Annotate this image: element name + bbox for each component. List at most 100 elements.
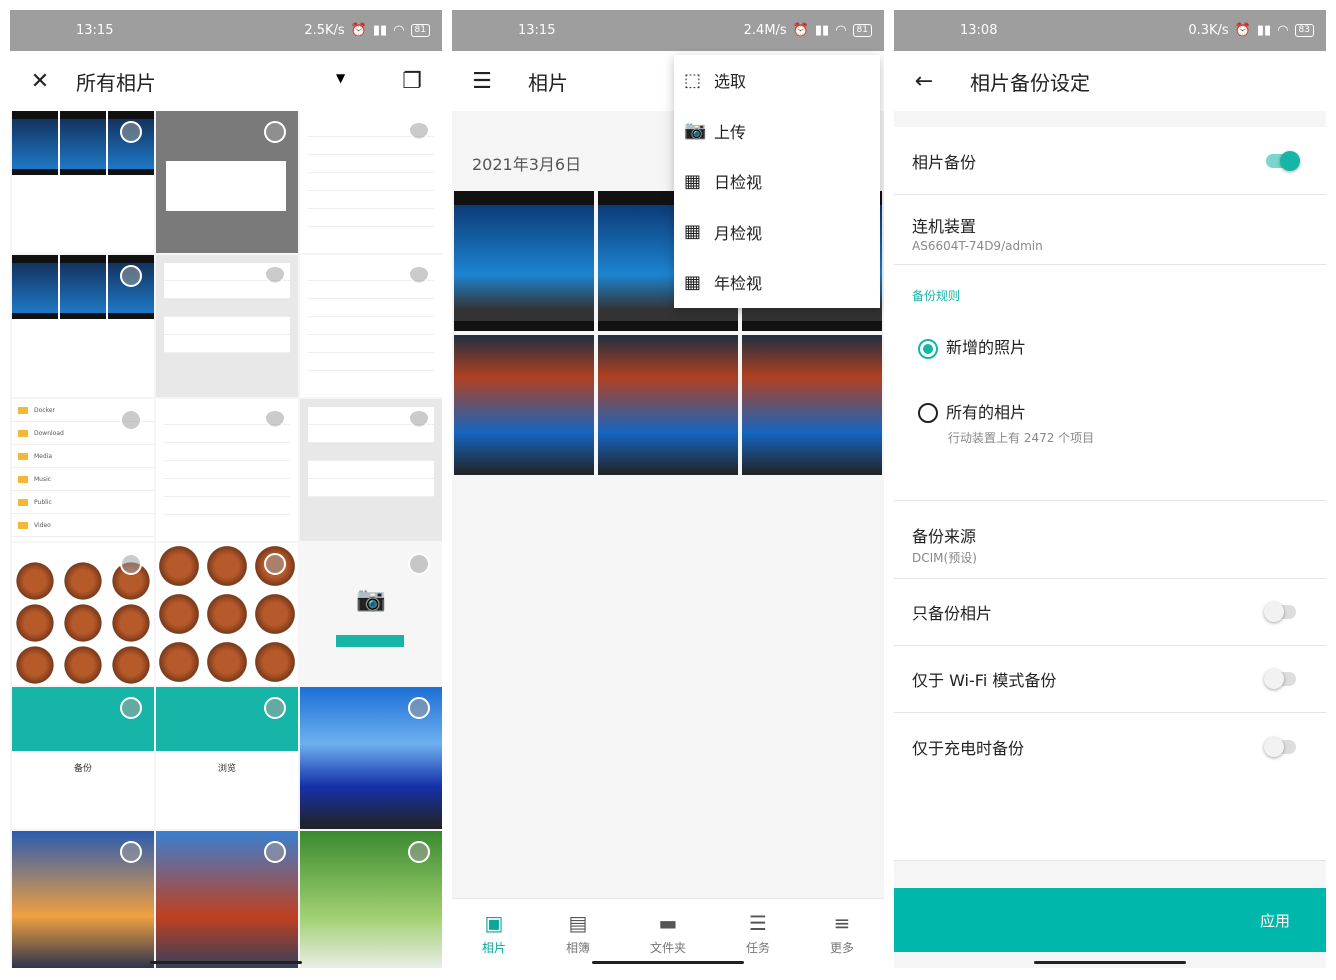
rule-all-sub: 行动装置上有 2472 个项目 <box>948 431 1095 445</box>
select-circle[interactable] <box>120 121 142 143</box>
setting-label: 只备份相片 <box>912 604 993 623</box>
photo-tile[interactable]: 浏览 <box>156 687 298 829</box>
folder-item: Public <box>12 491 154 514</box>
arrow-left-icon[interactable]: ← <box>894 51 954 111</box>
status-time: 13:15 <box>518 23 556 38</box>
select-circle[interactable] <box>120 265 142 287</box>
select-icon: ⬚ <box>684 69 702 91</box>
grid-5-icon: ▦ <box>684 271 702 293</box>
select-circle[interactable] <box>408 697 430 719</box>
home-indicator <box>150 961 302 964</box>
photo-tile[interactable]: Docker Download Media Music Public Video <box>12 399 154 541</box>
photo-tile[interactable] <box>156 399 298 541</box>
select-circle[interactable] <box>120 409 142 431</box>
photo-tile[interactable] <box>156 111 298 253</box>
menu-item-select[interactable]: ⬚ 选取 <box>674 55 880 106</box>
caret-down-icon[interactable]: ▼ <box>336 71 345 85</box>
tile-caption: 备份 <box>73 764 92 774</box>
camera-icon: 📷 <box>356 585 386 613</box>
apply-button[interactable]: 应用 <box>894 888 1326 952</box>
photo-tile[interactable] <box>300 399 442 541</box>
device-value: AS6604T-74D9/admin <box>912 239 1043 253</box>
close-icon[interactable]: ✕ <box>10 51 70 111</box>
photo-backup-toggle[interactable] <box>1266 150 1300 171</box>
tasks-icon: ☰ <box>749 911 767 935</box>
select-circle[interactable] <box>264 841 286 863</box>
photo-tile[interactable] <box>12 543 154 685</box>
setting-source[interactable]: 备份来源 DCIM(预设) <box>894 501 1326 579</box>
photo-tile[interactable]: 📷 <box>300 543 442 685</box>
setting-device[interactable]: 连机装置 AS6604T-74D9/admin <box>894 195 1326 265</box>
photo-tile[interactable] <box>300 255 442 397</box>
signal-icon: ▮▮ <box>814 23 830 38</box>
wifi-only-toggle[interactable] <box>1264 669 1296 689</box>
section-label: 备份规则 <box>912 289 961 303</box>
select-circle[interactable] <box>120 697 142 719</box>
setting-label: 仅于充电时备份 <box>912 739 1025 758</box>
nav-folders[interactable]: ▬ 文件夹 <box>650 911 686 956</box>
tile-caption: 浏览 <box>217 764 236 774</box>
rule-all-photos[interactable]: 所有的相片 <box>918 399 1308 423</box>
select-circle[interactable] <box>408 841 430 863</box>
radio-all-photos[interactable] <box>918 403 938 423</box>
select-circle[interactable] <box>408 409 430 427</box>
photo-tile[interactable] <box>300 831 442 968</box>
select-circle[interactable] <box>264 553 286 575</box>
setting-photo-backup[interactable]: 相片备份 <box>894 127 1326 195</box>
radio-new-photos[interactable] <box>918 338 938 359</box>
folder-item: Media <box>12 445 154 468</box>
home-indicator <box>592 961 744 964</box>
setting-only-photos[interactable]: 只备份相片 <box>894 579 1326 646</box>
photo-tile[interactable] <box>454 191 594 331</box>
menu-item-upload[interactable]: 📷 上传 <box>674 106 880 157</box>
photo-tile[interactable] <box>12 255 154 397</box>
date-header: 2021年3月6日 <box>472 155 582 174</box>
menu-item-month-view[interactable]: ▦ 月检视 <box>674 207 880 258</box>
setting-charging-only[interactable]: 仅于充电时备份 <box>894 713 1326 861</box>
photo-tile[interactable]: 备份 <box>12 687 154 829</box>
select-circle[interactable] <box>264 697 286 719</box>
select-circle[interactable] <box>120 553 142 575</box>
menu-item-year-view[interactable]: ▦ 年检视 <box>674 257 880 308</box>
nav-more[interactable]: ≡ 更多 <box>830 911 854 956</box>
photo-tile[interactable] <box>300 111 442 253</box>
hamburger-icon[interactable]: ☰ <box>452 51 512 111</box>
grid-3-icon: ▦ <box>684 170 702 192</box>
photo-tile[interactable] <box>300 687 442 829</box>
only-photos-toggle[interactable] <box>1264 602 1296 622</box>
photo-tile[interactable] <box>12 831 154 968</box>
photo-tile[interactable] <box>454 335 594 475</box>
folder-item: Music <box>12 468 154 491</box>
rule-new-photos[interactable]: 新增的照片 <box>918 334 1308 359</box>
copy-icon[interactable]: ❐ <box>382 51 442 111</box>
select-circle[interactable] <box>264 409 286 427</box>
alarm-icon: ⏰ <box>350 23 367 38</box>
page-title: 相片 <box>528 70 568 95</box>
photo-tile[interactable] <box>156 831 298 968</box>
select-circle[interactable] <box>408 121 430 139</box>
select-circle[interactable] <box>264 121 286 143</box>
photo-tile[interactable] <box>742 335 882 475</box>
photo-tile[interactable] <box>156 543 298 685</box>
nav-tasks[interactable]: ☰ 任务 <box>746 911 770 956</box>
more-icon: ≡ <box>833 911 851 935</box>
charging-only-toggle[interactable] <box>1264 737 1296 757</box>
nav-albums[interactable]: ▤ 相簿 <box>566 911 590 956</box>
battery-icon: 81 <box>410 24 430 37</box>
select-circle[interactable] <box>120 841 142 863</box>
signal-icon: ▮▮ <box>1256 23 1272 38</box>
photo-tile[interactable] <box>156 255 298 397</box>
page-title: 相片备份设定 <box>970 70 1090 95</box>
backup-rules-section: 备份规则 新增的照片 所有的相片 行动装置上有 2472 个项目 <box>894 265 1326 501</box>
menu-item-day-view[interactable]: ▦ 日检视 <box>674 156 880 207</box>
select-circle[interactable] <box>408 265 430 283</box>
photo-tile[interactable] <box>12 111 154 253</box>
nav-photos[interactable]: ▣ 相片 <box>482 911 506 956</box>
select-circle[interactable] <box>408 553 430 575</box>
select-circle[interactable] <box>264 265 286 283</box>
setting-label: 相片备份 <box>912 152 977 172</box>
photo-tile[interactable] <box>598 335 738 475</box>
source-value: DCIM(预设) <box>912 551 977 565</box>
setting-wifi-only[interactable]: 仅于 Wi-Fi 模式备份 <box>894 646 1326 713</box>
grid-4-icon: ▦ <box>684 221 702 243</box>
